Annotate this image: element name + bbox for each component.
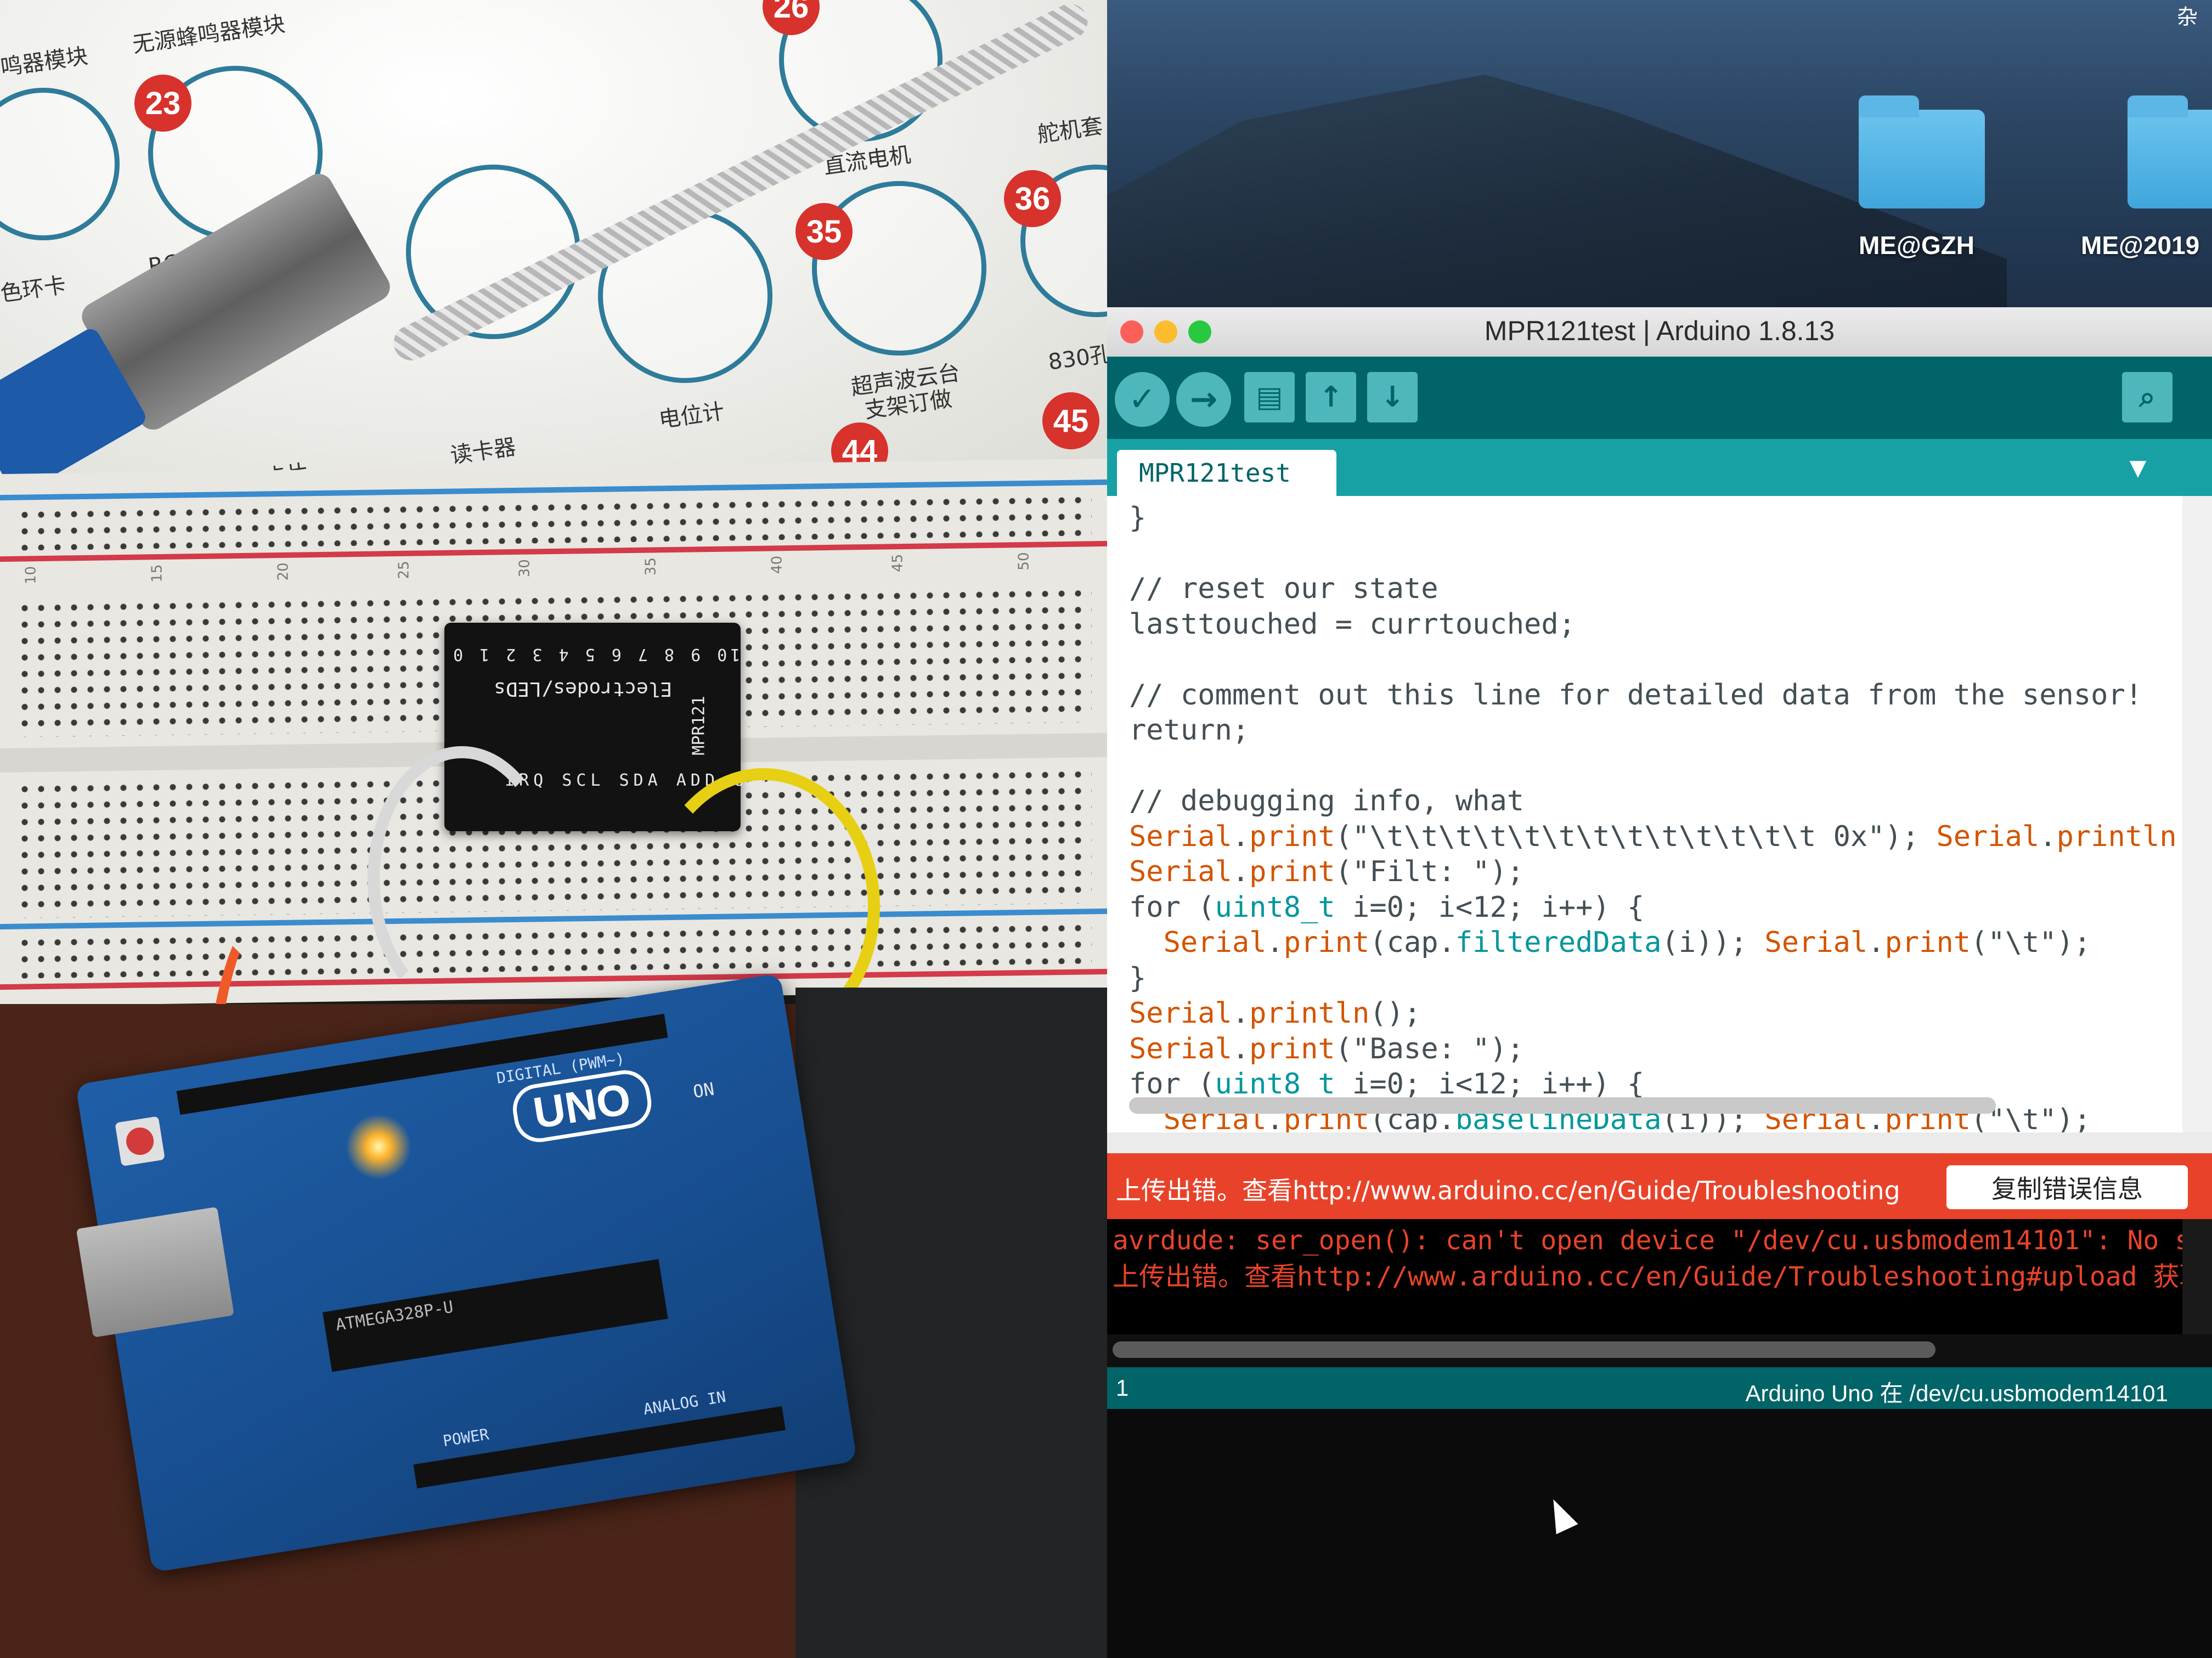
console-vertical-scrollbar[interactable] (2182, 1219, 2212, 1334)
poster-label: 舵机套 (1035, 113, 1105, 148)
code-line: // comment out this line for detailed da… (1129, 678, 2143, 712)
window-titlebar: MPR121test | Arduino 1.8.13 (1107, 307, 2212, 358)
error-status-message: 上传出错。查看http://www.arduino.cc/en/Guide/Tr… (1116, 1176, 1900, 1205)
poster-number: 35 (795, 203, 853, 260)
upload-button[interactable]: → (1176, 372, 1231, 427)
code-line: Serial.println(); (1129, 997, 1421, 1030)
code-line: } (1129, 501, 1147, 534)
window-title: MPR121test | Arduino 1.8.13 (1484, 315, 1835, 346)
code-editor[interactable]: } // reset our state lasttouched = currtou… (1107, 496, 2182, 1132)
board-port-info: Arduino Uno 在 /dev/cu.usbmodem14101 (1745, 1380, 2168, 1406)
reset-button (115, 1116, 165, 1166)
magnifier-icon: ⌕ (2139, 380, 2155, 414)
code-line: for (uint8_t i=0; i<12; i++) { (1129, 1068, 1645, 1101)
arrow-right-icon: → (1189, 380, 1218, 419)
power-label: POWER (441, 1425, 490, 1451)
column-number: 35 (642, 557, 659, 576)
code-line: for (uint8_t i=0; i<12; i++) { (1129, 890, 1645, 924)
atmega-chip: ATMEGA328P-U (323, 1259, 668, 1372)
open-sketch-button[interactable]: ↑ (1306, 372, 1356, 422)
save-sketch-button[interactable]: ↓ (1367, 372, 1418, 422)
power-rail-holes (16, 492, 1092, 551)
code-line: return; (1129, 714, 1250, 747)
chevron-down-icon: ▼ (2129, 455, 2147, 481)
macos-dock (1107, 1409, 2212, 1658)
poster-label: 830孔 (1046, 341, 1107, 375)
reset-button-cap (124, 1125, 156, 1157)
arduino-ide-window: MPR121test | Arduino 1.8.13 ✓ → ▤ ↑ ↓ ⌕ (1107, 307, 2212, 1658)
sketch-tab-bar: MPR121test ▼ (1107, 439, 2212, 496)
poster-label: 无源蜂鸣器模块 (131, 11, 287, 58)
column-number: 30 (516, 559, 533, 578)
folder-label[interactable]: ME@2019 (2081, 230, 2199, 260)
column-number: 15 (149, 564, 166, 583)
electrodes-label: Electrodes/LEDs (494, 678, 673, 700)
poster-number: 23 (134, 75, 191, 132)
console-line: avrdude: ser_open(): can't open device "… (1113, 1225, 2182, 1256)
column-number: 50 (1015, 552, 1032, 571)
folder-label[interactable]: ME@GZH (1859, 230, 1974, 260)
editor-vertical-scrollbar[interactable] (2182, 496, 2212, 1132)
serial-monitor-button[interactable]: ⌕ (2122, 372, 2172, 422)
new-file-icon: ▤ (1256, 381, 1283, 414)
column-number: 40 (769, 555, 786, 574)
tab-label: MPR121test (1139, 458, 1291, 488)
arrow-down-icon: ↓ (1380, 381, 1404, 414)
error-status-bar: 上传出错。查看http://www.arduino.cc/en/Guide/Tr… (1107, 1153, 2212, 1219)
checkmark-icon: ✓ (1128, 380, 1156, 419)
hardware-photo: 23 26 35 36 44 45 无源蜂鸣器模块 鸣器模块 色环卡 RGB L… (0, 0, 1107, 1658)
screen-photo: 杂 ME@GZH ME@2019 MPR121test | Arduino 1.… (1107, 0, 2212, 1658)
copy-error-button[interactable]: 复制错误信息 (1946, 1165, 2188, 1209)
analog-label: ANALOG IN (642, 1388, 727, 1419)
arrow-up-icon: ↑ (1319, 381, 1343, 414)
power-analog-header (413, 1406, 786, 1488)
code-line: // reset our state (1129, 572, 1438, 605)
code-line: lasttouched = currtouched; (1129, 607, 1576, 641)
poster-module-circle (0, 88, 120, 240)
console-horizontal-scrollbar[interactable] (1113, 1341, 1936, 1358)
tab-menu-button[interactable]: ▼ (2119, 455, 2157, 488)
new-sketch-button[interactable]: ▤ (1244, 372, 1295, 422)
poster-label: 读卡器 (448, 434, 518, 469)
usb-b-port (76, 1206, 234, 1338)
console-line: 上传出错。查看http://www.arduino.cc/en/Guide/Tr… (1113, 1261, 2182, 1292)
poster-label: 鸣器模块 (0, 43, 89, 81)
ide-footer: 1 Arduino Uno 在 /dev/cu.usbmodem14101 (1107, 1367, 2212, 1409)
column-number: 10 (22, 566, 40, 585)
poster-number: 36 (1004, 170, 1061, 227)
folder-icon[interactable] (2128, 95, 2212, 208)
ide-toolbar: ✓ → ▤ ↑ ↓ ⌕ (1107, 357, 2212, 439)
power-rail-holes (16, 920, 1092, 979)
column-number: 20 (275, 562, 292, 581)
code-line: Serial.print(cap.filteredData(i)); Seria… (1163, 926, 2091, 959)
column-number: 45 (889, 554, 906, 572)
mpr121-label: MPR121 (689, 696, 709, 755)
tab-mpr121test[interactable]: MPR121test (1117, 450, 1336, 496)
poster-label: 色环卡 (0, 272, 68, 307)
current-line-number: 1 (1116, 1375, 1129, 1401)
on-led-label: ON (691, 1078, 716, 1103)
pane-divider[interactable] (1107, 1132, 2212, 1153)
code-line: } (1129, 961, 1147, 995)
dark-table-surface (795, 988, 1107, 1658)
column-number: 25 (396, 561, 413, 579)
output-console[interactable]: avrdude: ser_open(): can't open device "… (1107, 1219, 2182, 1334)
desktop-corner-text: 杂 (2177, 5, 2198, 29)
poster-number: 45 (1042, 392, 1099, 449)
tx-led-glow (346, 1114, 411, 1180)
poster-label: 电位计 (657, 398, 726, 433)
folder-icon[interactable] (1859, 95, 1985, 208)
verify-button[interactable]: ✓ (1115, 372, 1170, 427)
code-line: Serial.print("\t\t\t\t\t\t\t\t\t\t\t\t\t… (1129, 820, 2182, 853)
electrode-pin-labels: 11 10 9 8 7 6 5 4 3 2 1 0 (450, 645, 780, 664)
code-line: Serial.print("Base: "); (1129, 1032, 1525, 1065)
editor-horizontal-scrollbar[interactable] (1129, 1097, 1996, 1114)
code-line: // debugging info, what (1129, 785, 1525, 817)
code-line: Serial.print("Filt: "); (1129, 855, 1525, 888)
